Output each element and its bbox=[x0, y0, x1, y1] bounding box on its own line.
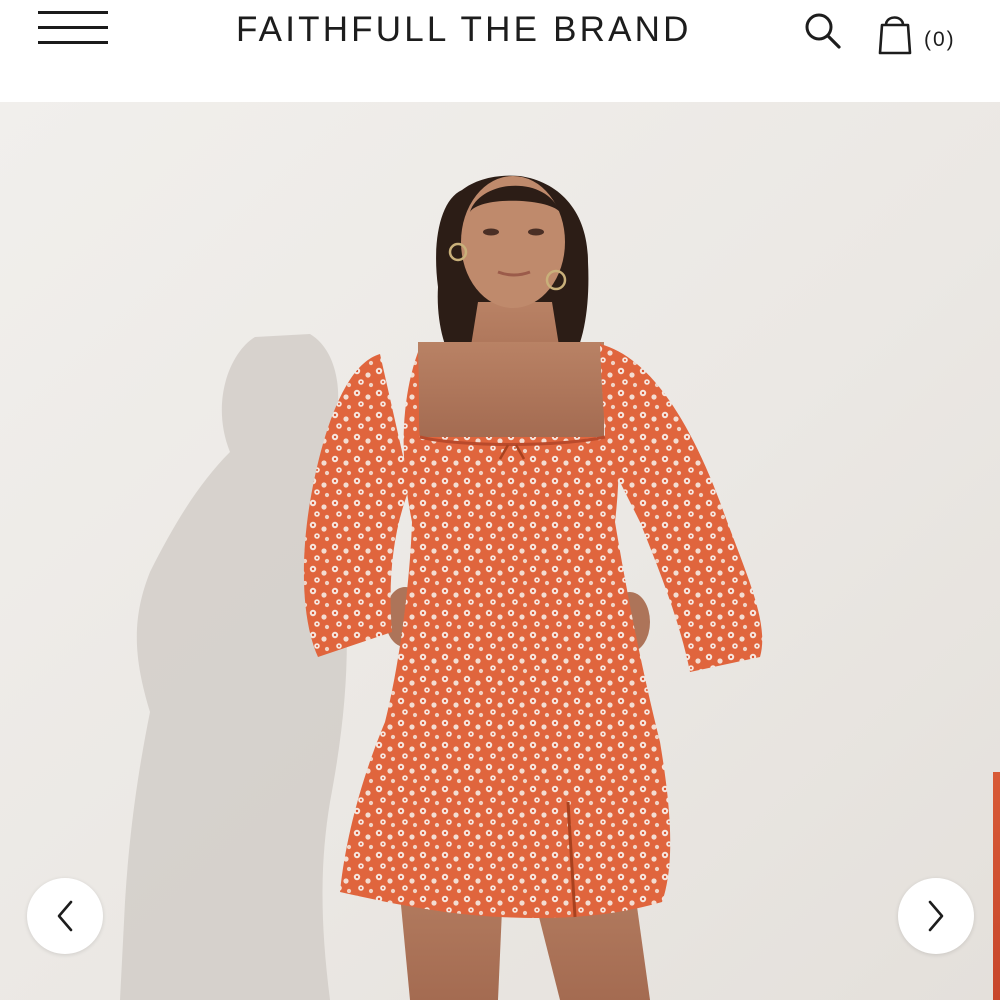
product-page: FAITHFULL THE BRAND (0) bbox=[0, 0, 1000, 1000]
product-photo bbox=[0, 102, 1000, 1000]
next-slide-peek bbox=[993, 772, 1000, 1000]
chevron-right-icon bbox=[928, 900, 944, 932]
product-image-carousel[interactable] bbox=[0, 102, 1000, 1000]
menu-button[interactable] bbox=[38, 8, 110, 48]
next-image-button[interactable] bbox=[898, 878, 974, 954]
site-header: FAITHFULL THE BRAND (0) bbox=[0, 0, 1000, 102]
brand-logo[interactable]: FAITHFULL THE BRAND bbox=[236, 8, 766, 52]
search-button[interactable] bbox=[802, 10, 844, 52]
cart-button[interactable]: (0) bbox=[876, 12, 966, 58]
chevron-left-icon bbox=[57, 900, 73, 932]
previous-image-button[interactable] bbox=[27, 878, 103, 954]
search-icon bbox=[805, 13, 841, 49]
cart-count: (0) bbox=[924, 28, 956, 51]
shopping-bag-icon bbox=[878, 16, 912, 55]
